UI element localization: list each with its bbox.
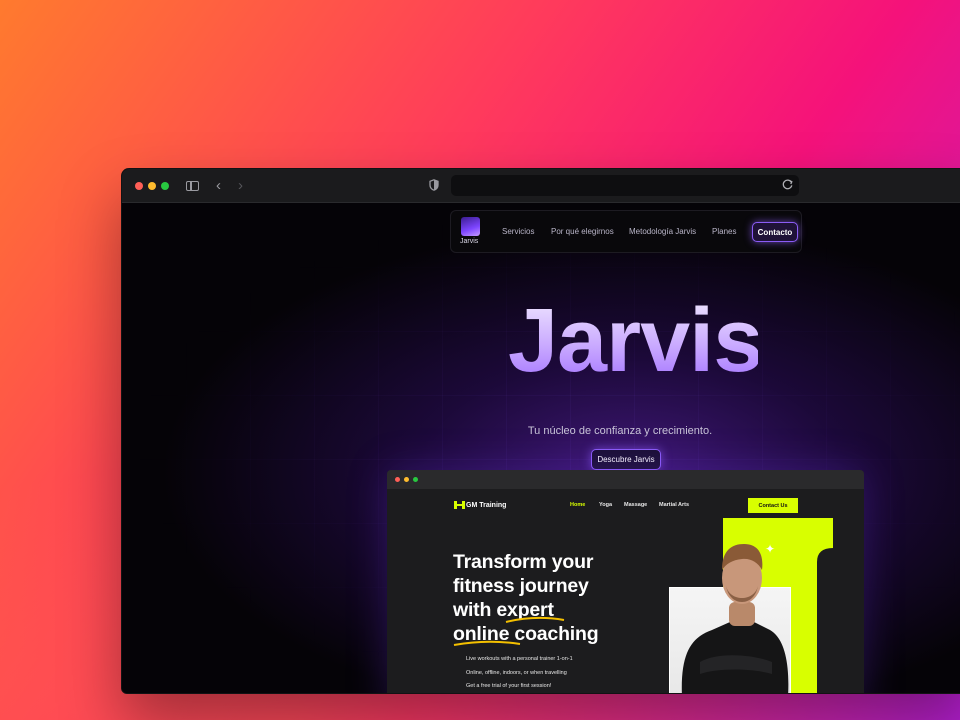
gm-nav-home: Home [570, 502, 586, 508]
discover-button[interactable]: Descubre Jarvis [591, 449, 661, 470]
underline-swoosh [505, 616, 565, 623]
preview-minimize-dot [404, 477, 409, 482]
hero-subtitle: Tu núcleo de confianza y crecimiento. [527, 425, 713, 437]
jarvis-logo-icon[interactable] [461, 217, 480, 236]
contact-button[interactable]: Contacto [752, 222, 798, 242]
gm-contact-button: Contact Us [748, 498, 798, 513]
browser-toolbar: ‹ › [122, 169, 960, 203]
nav-item-por-que-elegirnos[interactable]: Por qué elegirnos [551, 227, 614, 236]
site-navbar: Jarvis Servicios Por qué elegirnos Metod… [450, 210, 802, 253]
gm-nav-yoga: Yoga [599, 502, 613, 508]
nav-item-metodologia[interactable]: Metodología Jarvis [629, 227, 696, 236]
close-window-button[interactable] [135, 182, 143, 190]
preview-toolbar [387, 470, 864, 489]
gm-nav-martial-arts: Martial Arts [659, 502, 690, 508]
logo-text[interactable]: Jarvis [460, 238, 478, 245]
gm-nav-massage: Massage [624, 502, 648, 508]
reload-icon[interactable] [781, 178, 794, 191]
address-bar[interactable] [451, 175, 799, 196]
gm-headline: Transform your fitness journey with expe… [453, 550, 633, 646]
gm-bullet: Live workouts with a personal trainer 1-… [466, 656, 573, 662]
nav-item-planes[interactable]: Planes [712, 227, 736, 236]
gm-bullet: Online, offline, indoors, or when travel… [466, 670, 567, 676]
chevron-left-icon[interactable]: ‹ [216, 178, 221, 193]
headline-line: Transform your [453, 551, 594, 573]
shield-icon[interactable] [429, 179, 439, 191]
minimize-window-button[interactable] [148, 182, 156, 190]
preview-close-dot [395, 477, 400, 482]
sidebar-icon[interactable] [186, 181, 199, 191]
site-preview-window: GM Training Home Yoga Massage Martial Ar… [387, 470, 864, 693]
nav-item-servicios[interactable]: Servicios [502, 227, 534, 236]
web-page: Jarvis Servicios Por qué elegirnos Metod… [122, 203, 960, 693]
chevron-right-icon[interactable]: › [238, 178, 243, 193]
gm-bullet: Get a free trial of your first session! [466, 683, 552, 689]
headline-line: fitness journey [453, 575, 589, 597]
browser-window: ‹ › Jarvis Servicios Por qué elegirnos M… [121, 168, 960, 694]
preview-zoom-dot [413, 477, 418, 482]
underline-swoosh [453, 640, 521, 646]
sparkle-icon: ✦ [765, 542, 776, 556]
dumbbell-icon [454, 501, 465, 509]
zoom-window-button[interactable] [161, 182, 169, 190]
hero-title: Jarvis [508, 291, 763, 391]
gm-brand: GM Training [466, 502, 507, 509]
